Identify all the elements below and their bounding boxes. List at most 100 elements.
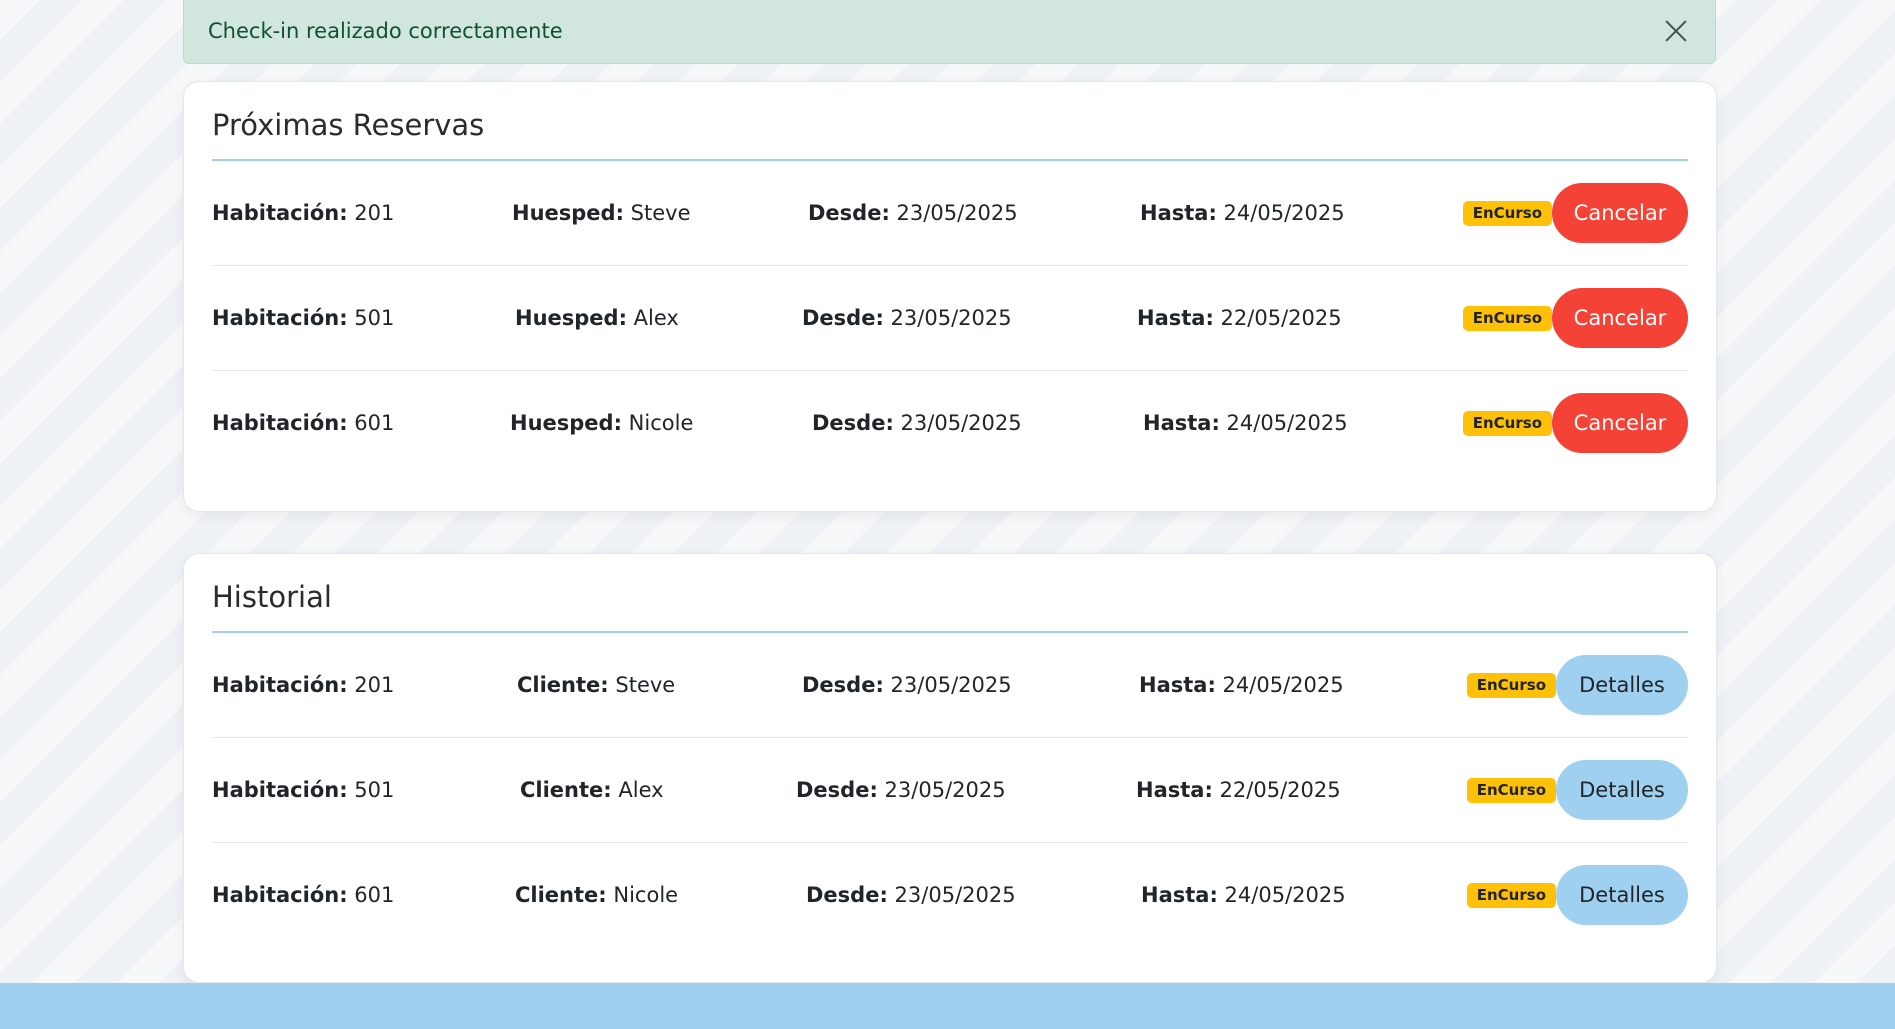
room-label: Habitación: [212, 411, 348, 435]
from-value: 23/05/2025 [896, 201, 1018, 225]
from-value: 23/05/2025 [900, 411, 1022, 435]
to-value: 24/05/2025 [1224, 883, 1346, 907]
history-row: Habitación: 201 Cliente: Steve Desde: 23… [212, 633, 1688, 738]
from-cell: Desde: 23/05/2025 [802, 306, 1012, 330]
from-label: Desde: [808, 201, 890, 225]
client-value: Steve [615, 673, 676, 697]
history-row: Habitación: 501 Cliente: Alex Desde: 23/… [212, 738, 1688, 843]
reservation-row: Habitación: 601 Huesped: Nicole Desde: 2… [212, 371, 1688, 475]
to-cell: Hasta: 24/05/2025 [1140, 201, 1345, 225]
details-button[interactable]: Detalles [1556, 760, 1688, 820]
room-label: Habitación: [212, 673, 348, 697]
guest-cell: Huesped: Nicole [510, 411, 693, 435]
footer-bar [0, 983, 1895, 1029]
guest-label: Huesped: [510, 411, 622, 435]
client-value: Alex [618, 778, 664, 802]
to-value: 22/05/2025 [1220, 306, 1342, 330]
from-cell: Desde: 23/05/2025 [806, 883, 1016, 907]
cancel-button[interactable]: Cancelar [1552, 288, 1688, 348]
client-cell: Cliente: Alex [520, 778, 664, 802]
row-actions: EnCurso Detalles [1466, 865, 1688, 925]
to-label: Hasta: [1137, 306, 1214, 330]
row-actions: EnCurso Detalles [1466, 760, 1688, 820]
upcoming-reservations-card: Próximas Reservas Habitación: 201 Huespe… [183, 81, 1717, 512]
from-value: 23/05/2025 [884, 778, 1006, 802]
guest-label: Huesped: [515, 306, 627, 330]
to-label: Hasta: [1140, 201, 1217, 225]
from-value: 23/05/2025 [890, 673, 1012, 697]
guest-cell: Huesped: Steve [512, 201, 691, 225]
guest-value: Steve [630, 201, 691, 225]
room-cell: Habitación: 501 [212, 306, 394, 330]
from-label: Desde: [802, 306, 884, 330]
status-badge: EnCurso [1462, 200, 1552, 226]
guest-value: Nicole [628, 411, 694, 435]
room-value: 201 [354, 201, 395, 225]
from-label: Desde: [802, 673, 884, 697]
room-value: 601 [354, 411, 395, 435]
to-cell: Hasta: 22/05/2025 [1136, 778, 1341, 802]
cancel-button[interactable]: Cancelar [1552, 183, 1688, 243]
to-label: Hasta: [1136, 778, 1213, 802]
status-badge: EnCurso [1462, 305, 1552, 331]
close-icon[interactable] [1661, 16, 1691, 46]
details-button[interactable]: Detalles [1556, 865, 1688, 925]
from-value: 23/05/2025 [890, 306, 1012, 330]
guest-label: Huesped: [512, 201, 624, 225]
client-cell: Cliente: Nicole [515, 883, 678, 907]
to-label: Hasta: [1139, 673, 1216, 697]
reservation-row: Habitación: 501 Huesped: Alex Desde: 23/… [212, 266, 1688, 371]
row-actions: EnCurso Cancelar [1462, 393, 1688, 453]
status-badge: EnCurso [1462, 410, 1552, 436]
to-label: Hasta: [1143, 411, 1220, 435]
to-label: Hasta: [1141, 883, 1218, 907]
room-value: 601 [354, 883, 395, 907]
room-value: 501 [354, 778, 395, 802]
cancel-button[interactable]: Cancelar [1552, 393, 1688, 453]
row-actions: EnCurso Detalles [1466, 655, 1688, 715]
row-actions: EnCurso Cancelar [1462, 183, 1688, 243]
status-badge: EnCurso [1466, 672, 1556, 698]
room-value: 501 [354, 306, 395, 330]
to-cell: Hasta: 24/05/2025 [1141, 883, 1346, 907]
room-cell: Habitación: 201 [212, 673, 394, 697]
client-cell: Cliente: Steve [517, 673, 675, 697]
room-value: 201 [354, 673, 395, 697]
to-value: 24/05/2025 [1222, 673, 1344, 697]
client-label: Cliente: [517, 673, 609, 697]
to-cell: Hasta: 24/05/2025 [1143, 411, 1348, 435]
status-badge: EnCurso [1466, 777, 1556, 803]
room-cell: Habitación: 601 [212, 883, 394, 907]
from-label: Desde: [806, 883, 888, 907]
to-value: 24/05/2025 [1226, 411, 1348, 435]
client-value: Nicole [613, 883, 679, 907]
room-label: Habitación: [212, 778, 348, 802]
to-cell: Hasta: 24/05/2025 [1139, 673, 1344, 697]
client-label: Cliente: [515, 883, 607, 907]
reservation-row: Habitación: 201 Huesped: Steve Desde: 23… [212, 161, 1688, 266]
to-value: 22/05/2025 [1219, 778, 1341, 802]
guest-cell: Huesped: Alex [515, 306, 679, 330]
details-button[interactable]: Detalles [1556, 655, 1688, 715]
row-actions: EnCurso Cancelar [1462, 288, 1688, 348]
alert-message: Check-in realizado correctamente [208, 19, 563, 43]
to-cell: Hasta: 22/05/2025 [1137, 306, 1342, 330]
from-label: Desde: [796, 778, 878, 802]
room-cell: Habitación: 501 [212, 778, 394, 802]
from-label: Desde: [812, 411, 894, 435]
history-card: Historial Habitación: 201 Cliente: Steve… [183, 553, 1717, 983]
upcoming-reservations-title: Próximas Reservas [212, 82, 1688, 161]
success-alert: Check-in realizado correctamente [183, 0, 1716, 64]
from-value: 23/05/2025 [894, 883, 1016, 907]
room-label: Habitación: [212, 201, 348, 225]
room-cell: Habitación: 201 [212, 201, 394, 225]
from-cell: Desde: 23/05/2025 [802, 673, 1012, 697]
from-cell: Desde: 23/05/2025 [812, 411, 1022, 435]
client-label: Cliente: [520, 778, 612, 802]
from-cell: Desde: 23/05/2025 [796, 778, 1006, 802]
room-cell: Habitación: 601 [212, 411, 394, 435]
guest-value: Alex [633, 306, 679, 330]
room-label: Habitación: [212, 883, 348, 907]
to-value: 24/05/2025 [1223, 201, 1345, 225]
status-badge: EnCurso [1466, 882, 1556, 908]
